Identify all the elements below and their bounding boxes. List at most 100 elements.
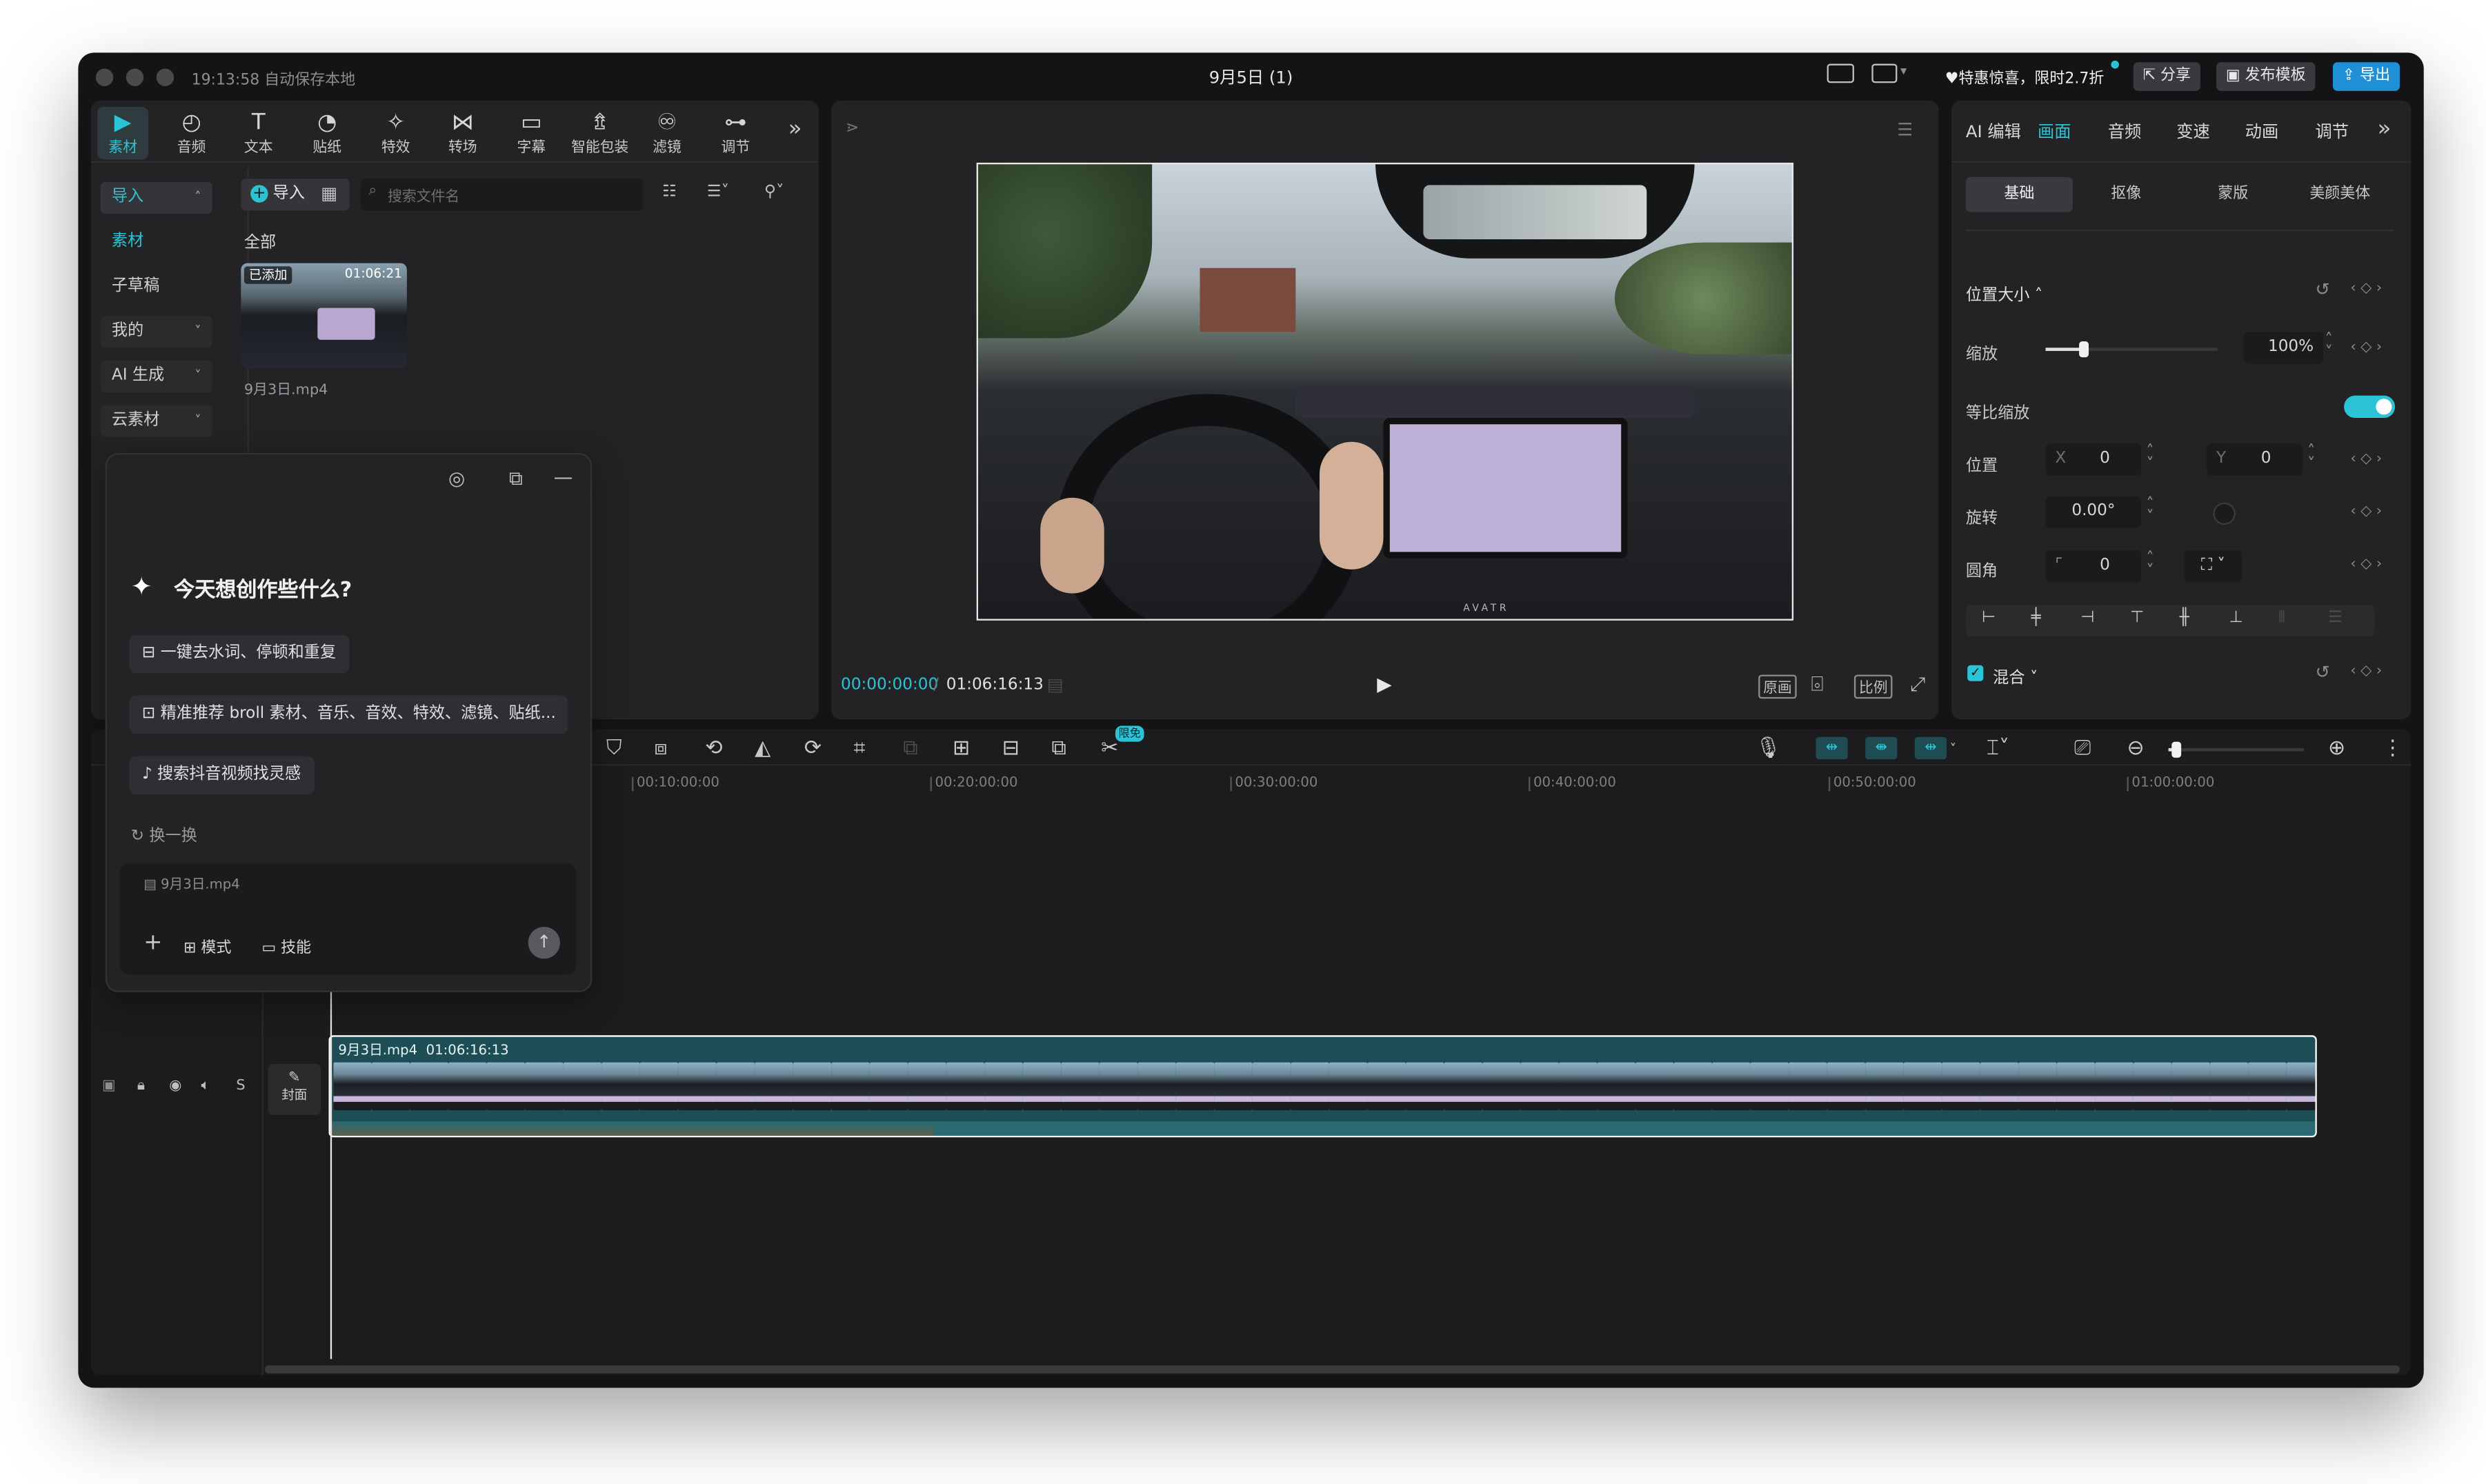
crop-icon[interactable]: ⌗ — [854, 737, 866, 763]
scale-input[interactable]: 100% — [2243, 332, 2324, 364]
subtab-2[interactable]: 蒙版 — [2180, 177, 2287, 212]
tool-audio[interactable]: ◴ 音频 — [161, 110, 222, 157]
sort-icon[interactable]: ☰˅ — [707, 183, 729, 201]
microphone-icon[interactable]: 🎙 — [1756, 737, 1782, 763]
tool-subtitle[interactable]: ▭ 字幕 — [501, 110, 561, 157]
sidebar-item-cloud[interactable]: 云素材 ˅ — [100, 405, 212, 437]
tool-effects[interactable]: ✧ 特效 — [366, 110, 426, 157]
original-quality-button[interactable]: 原画 — [1758, 674, 1797, 699]
subtab-3[interactable]: 美颜美体 — [2287, 177, 2394, 212]
position-x-stepper[interactable]: ˄ ˅ — [2146, 444, 2154, 473]
export-button[interactable]: ⇪ 导出 — [2332, 62, 2400, 91]
send-button[interactable]: ↑ — [528, 926, 560, 959]
more-tabs-chevron-icon[interactable]: » — [2378, 117, 2391, 142]
search-input[interactable]: ⌕ 搜索文件名 — [360, 179, 644, 211]
tool-filter[interactable]: ♾ 滤镜 — [637, 110, 697, 157]
align-left-icon[interactable]: ⊢ — [1982, 610, 1996, 627]
more-options-icon[interactable]: ⋮ — [2383, 737, 2403, 763]
sidebar-item-ai-generate[interactable]: AI 生成 ˅ — [100, 360, 212, 393]
split-tool-icon[interactable]: ⌶˅ — [1987, 737, 2009, 763]
preview-selection-frame[interactable] — [976, 162, 1794, 621]
zoom-slider-track[interactable] — [2168, 741, 2305, 758]
timeline-horizontal-scrollbar[interactable] — [264, 1365, 2400, 1374]
tool-adjust[interactable]: ⊶ 调节 — [705, 110, 766, 157]
play-button[interactable]: ▶ — [1377, 673, 1391, 695]
preview-toggle-icon[interactable]: ⎚ — [2074, 737, 2091, 763]
filter-icon[interactable]: ⚲˅ — [764, 183, 784, 201]
align-center-v-icon[interactable]: ╫ — [2180, 610, 2189, 627]
keyframe-nav[interactable]: ‹ ◇ › — [2350, 663, 2382, 679]
attachment-chip[interactable]: ▤ 9月3日.mp4 — [143, 874, 240, 893]
settings-icon[interactable]: ◎ — [448, 468, 465, 490]
track-thumbnail-toggle-icon[interactable]: ▣ — [102, 1079, 116, 1094]
sidebar-item-mine[interactable]: 我的 ˅ — [100, 316, 212, 348]
tool-transition[interactable]: ⋈ 转场 — [432, 110, 493, 157]
tab-5[interactable]: 调节 — [2315, 119, 2349, 143]
mode-button[interactable]: ⊞ 模式 — [183, 935, 231, 956]
position-y-input[interactable]: Y0 — [2207, 443, 2303, 476]
publish-template-button[interactable]: ▣ 发布模板 — [2216, 62, 2316, 91]
scale-stepper[interactable]: ˄ ˅ — [2325, 332, 2333, 361]
rotate-icon[interactable]: ⟳ — [804, 737, 822, 763]
keyframe-nav[interactable]: ‹ ◇ › — [2350, 452, 2382, 468]
suggestion-remove-filler[interactable]: ⊟ 一键去水词、停顿和重复 — [129, 634, 349, 674]
minimize-icon[interactable]: — — [554, 465, 573, 488]
marker-icon[interactable]: ⛉ — [606, 737, 622, 763]
suggestion-broll[interactable]: ⊡ 精准推荐 broll 素材、音乐、音效、特效、滤镜、贴纸... — [129, 695, 569, 734]
keyframe-nav[interactable]: ‹ ◇ › — [2350, 556, 2382, 572]
shortcut-keyboard-icon[interactable] — [1827, 63, 1854, 83]
smart-cut-icon[interactable]: ✂ — [1101, 737, 1118, 763]
corner-style-dropdown[interactable]: ⛶ ˅ — [2184, 550, 2243, 583]
zoom-out-icon[interactable]: ⊖ — [2127, 737, 2144, 763]
more-tools-chevron-icon[interactable]: » — [788, 117, 802, 142]
tab-0[interactable]: AI 编辑 — [1966, 119, 2021, 143]
timecode-grid-icon[interactable]: ▤ — [1046, 674, 1063, 695]
aspect-ratio-button[interactable]: 比例 — [1853, 674, 1893, 699]
mute-icon[interactable]: 🔈︎ — [201, 1079, 210, 1094]
keyframe-nav[interactable]: ‹ ◇ › — [2350, 281, 2382, 297]
rotation-input[interactable]: 0.00° — [2045, 496, 2142, 528]
minimize-window-button[interactable] — [126, 68, 144, 86]
magnet-snap-icon[interactable]: ⇹ — [1816, 736, 1848, 760]
position-y-stepper[interactable]: ˄ ˅ — [2307, 444, 2316, 473]
tool-smart-pack[interactable]: ⇯ 智能包装 — [570, 110, 630, 157]
link-icon[interactable]: ⇼ — [1865, 736, 1898, 760]
tool-media[interactable]: ▶ 素材 — [92, 110, 153, 157]
corner-radius-input[interactable]: ⌜ 0 — [2045, 550, 2142, 583]
rotation-stepper[interactable]: ˄ ˅ — [2146, 497, 2154, 526]
tool-sticker[interactable]: ◔ 贴纸 — [297, 110, 357, 157]
skills-button[interactable]: ▭ 技能 — [261, 935, 311, 956]
fullscreen-icon[interactable]: ⤢ — [1910, 673, 1925, 697]
tool-text[interactable]: T 文本 — [228, 110, 289, 157]
player-options-icon[interactable]: ☰ — [1897, 119, 1913, 140]
layout-icon[interactable] — [1871, 63, 1898, 83]
close-window-button[interactable] — [95, 68, 114, 86]
reset-icon[interactable]: ↺ — [2315, 279, 2329, 300]
subtitle-recognize-icon[interactable]: ⊟ — [1002, 737, 1020, 763]
scale-slider-track[interactable] — [2045, 341, 2218, 358]
list-view-icon[interactable]: ☷ — [662, 183, 677, 201]
promo-link[interactable]: ♥特惠惊喜，限时2.7折 — [1945, 66, 2104, 88]
tab-3[interactable]: 变速 — [2176, 119, 2210, 143]
layout-dropdown-icon[interactable]: ▾ — [1900, 64, 1907, 79]
snap-dropdown-icon[interactable]: ˅ — [1950, 737, 1956, 763]
scale-slider-handle[interactable] — [2078, 341, 2089, 358]
corner-stepper[interactable]: ˄ ˅ — [2146, 551, 2154, 580]
preview-axis-icon[interactable]: ⇹ — [1914, 736, 1947, 760]
refresh-suggestions[interactable]: ↻ 换一换 — [131, 821, 197, 845]
project-title[interactable]: 9月5日 (1) — [1179, 66, 1322, 90]
reset-icon[interactable]: ↺ — [2315, 662, 2329, 683]
sidebar-item-import[interactable]: 导入 ˄ — [100, 181, 212, 214]
position-size-section[interactable]: 位置大小 ˄ — [1966, 281, 2042, 304]
playhead[interactable] — [330, 989, 332, 1359]
media-clip-thumbnail[interactable]: 已添加 01:06:21 — [241, 263, 407, 369]
add-icon[interactable]: + — [143, 930, 162, 956]
grid-view-icon[interactable]: ▦ — [321, 183, 337, 204]
lock-icon[interactable]: 🔒︎ — [137, 1079, 145, 1094]
align-center-h-icon[interactable]: ╪ — [2031, 610, 2041, 627]
reverse-icon[interactable]: ⟲ — [705, 737, 722, 763]
subtab-0[interactable]: 基础 — [1965, 177, 2073, 212]
filter-all[interactable]: 全部 — [244, 228, 276, 252]
keyframe-nav[interactable]: ‹ ◇ › — [2350, 340, 2382, 356]
keyframe-nav[interactable]: ‹ ◇ › — [2350, 504, 2382, 520]
